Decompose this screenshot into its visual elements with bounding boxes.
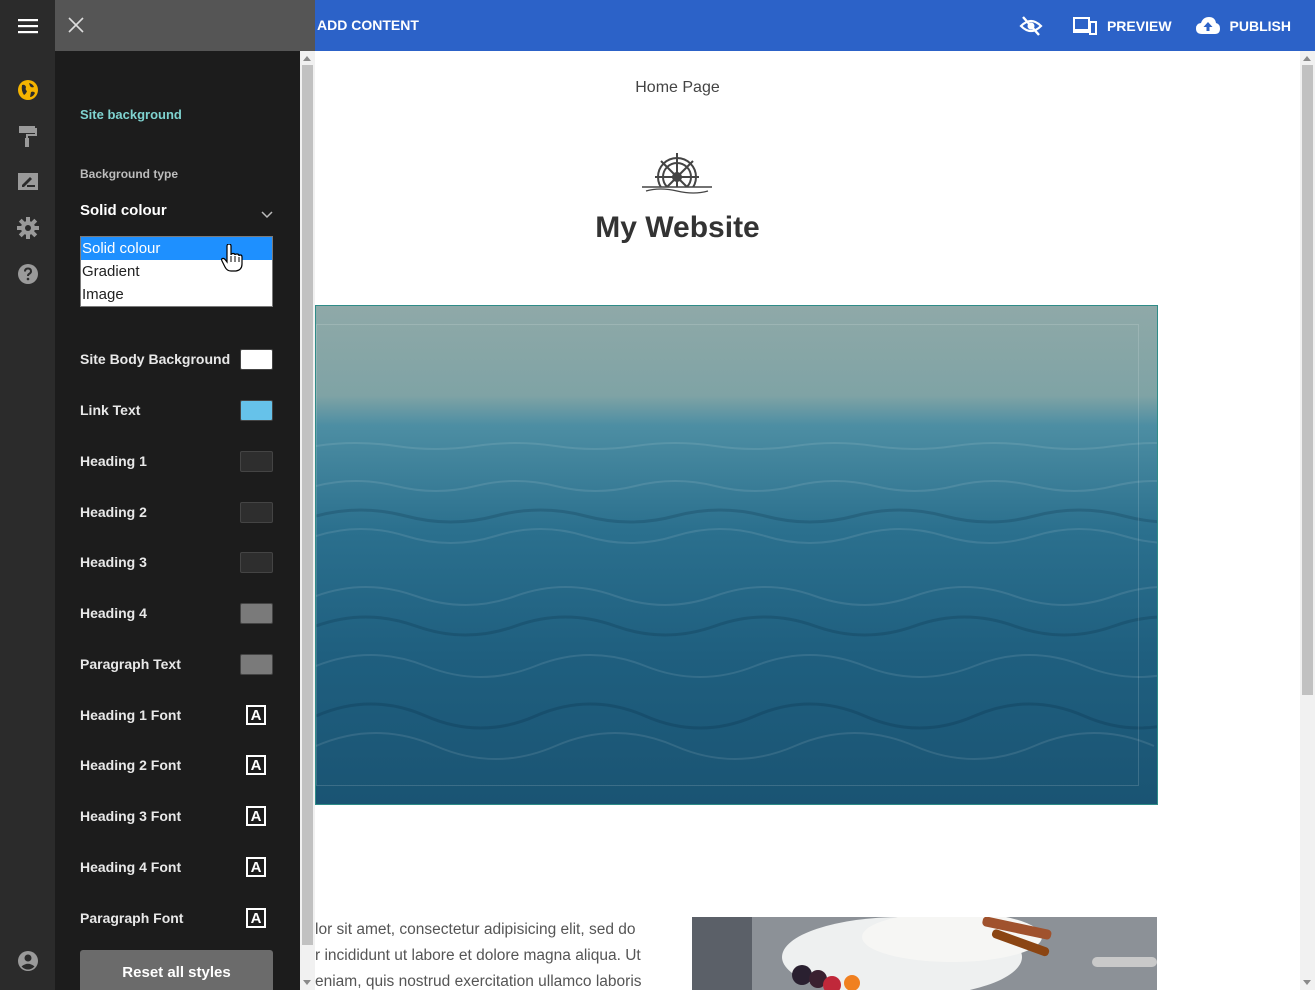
paint-roller-icon[interactable] [17,125,39,147]
setting-label: Heading 2 Font [80,757,182,773]
setting-row: Site Body Background [80,347,273,371]
setting-label: Heading 1 Font [80,707,182,723]
option-gradient[interactable]: Gradient [81,260,272,283]
font-picker-icon[interactable]: A [246,755,266,775]
left-rail [0,0,55,990]
setting-row: Heading 1 Font A [80,703,273,727]
font-picker-icon[interactable]: A [246,806,266,826]
add-content-button[interactable]: ADD CONTENT [317,0,419,51]
body-line: lor sit amet, consectetur adipisicing el… [315,921,636,938]
hero-image[interactable] [315,305,1158,805]
color-swatch[interactable] [240,653,273,675]
body-line: r incididunt ut labore et dolore magna a… [315,947,641,964]
setting-row: Heading 1 [80,449,273,473]
style-panel: Site background Background type Solid co… [55,0,315,990]
setting-label: Paragraph Font [80,910,184,926]
background-type-select[interactable]: Solid colour [80,202,273,219]
color-swatch[interactable] [240,602,273,624]
menu-icon[interactable] [0,0,55,51]
setting-row: Heading 2 Font A [80,753,273,777]
publish-label: PUBLISH [1229,17,1291,34]
setting-row: Heading 4 [80,601,273,625]
option-solid-colour[interactable]: Solid colour [81,237,272,260]
edit-note-icon[interactable] [17,171,39,193]
setting-row: Link Text [80,398,273,422]
cloud-upload-icon [1195,16,1220,34]
preview-label: PREVIEW [1106,17,1172,34]
setting-row: Heading 4 Font A [80,855,273,879]
devices-icon [1072,16,1097,35]
setting-label: Link Text [80,402,141,418]
close-icon[interactable] [65,14,87,36]
body-text[interactable]: lor sit amet, consectetur adipisicing el… [315,917,675,990]
eye-off-icon[interactable] [1019,15,1043,37]
gear-icon[interactable] [17,217,39,239]
panel-scroll-up-icon[interactable] [303,56,311,61]
color-swatch[interactable] [240,348,273,370]
ship-wheel-logo-icon [640,147,714,204]
page-scroll-thumb[interactable] [1302,65,1313,695]
scroll-down-arrow-icon[interactable] [1303,980,1311,985]
font-picker-icon[interactable]: A [246,908,266,928]
panel-scroll-thumb[interactable] [302,65,313,945]
setting-label: Heading 3 Font [80,808,182,824]
setting-label: Heading 1 [80,453,147,469]
section-title: Site background [80,107,182,122]
color-swatch[interactable] [240,450,273,472]
setting-label: Heading 3 [80,554,147,570]
food-image[interactable] [692,917,1157,990]
setting-label: Paragraph Text [80,656,181,672]
panel-scroll-down-icon[interactable] [303,980,311,985]
background-type-label: Background type [80,167,179,181]
color-swatch[interactable] [240,551,273,573]
setting-row: Paragraph Font A [80,906,273,930]
setting-row: Heading 3 Font A [80,804,273,828]
background-type-options: Solid colour Gradient Image [80,236,273,307]
page-scrollbar[interactable] [1300,51,1315,990]
setting-label: Site Body Background [80,351,231,367]
globe-icon[interactable] [17,79,39,101]
hero-inner-frame [316,324,1139,786]
setting-label: Heading 4 [80,605,147,621]
chevron-down-icon[interactable] [261,206,273,224]
panel-scrollbar[interactable] [300,51,315,990]
help-icon[interactable] [17,263,39,285]
setting-label: Heading 4 Font [80,859,182,875]
body-line: eniam, quis nostrud exercitation ullamco… [315,973,642,990]
setting-row: Paragraph Text [80,652,273,676]
scroll-up-arrow-icon[interactable] [1303,56,1311,61]
font-picker-icon[interactable]: A [246,705,266,725]
reset-all-styles-button[interactable]: Reset all styles [80,950,273,990]
color-swatch[interactable] [240,399,273,421]
preview-button[interactable]: PREVIEW [1072,16,1172,35]
panel-header [55,0,315,51]
color-swatch[interactable] [240,501,273,523]
setting-label: Heading 2 [80,504,147,520]
account-icon[interactable] [17,950,39,972]
publish-button[interactable]: PUBLISH [1195,16,1291,35]
hand-cursor-icon [221,243,243,277]
setting-row: Heading 2 [80,500,273,524]
font-picker-icon[interactable]: A [246,857,266,877]
setting-row: Heading 3 [80,550,273,574]
option-image[interactable]: Image [81,283,272,306]
